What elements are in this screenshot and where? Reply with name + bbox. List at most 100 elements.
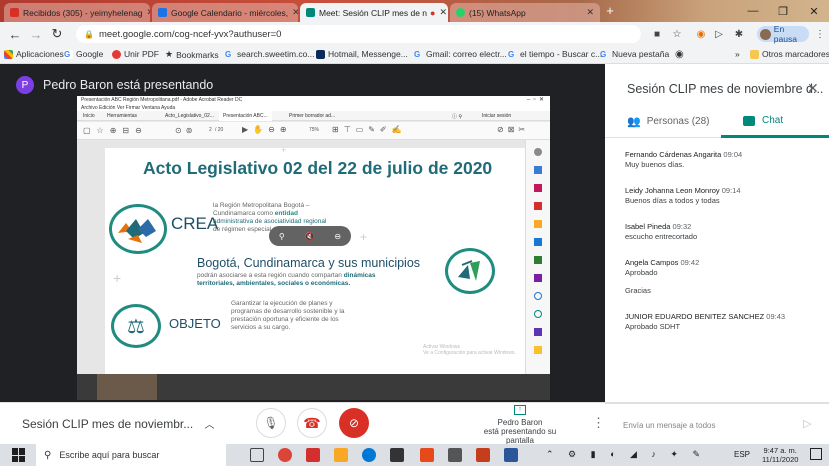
protect-icon[interactable] (534, 292, 542, 300)
export-pdf-icon[interactable] (534, 166, 542, 174)
participant-thumbnail[interactable] (97, 374, 157, 400)
remove-icon[interactable]: ⊖ (334, 232, 341, 241)
pdf-tab-borrador[interactable]: Primer borrador ad... (289, 113, 335, 119)
microphone-button[interactable]: 🎙 (256, 408, 286, 438)
powerpoint-icon[interactable] (476, 448, 490, 462)
mute-icon[interactable]: 🔇 (305, 232, 315, 241)
bookmark-eltiempo[interactable]: Gel tiempo - Buscar c... (508, 49, 602, 59)
windows-start-icon[interactable] (12, 448, 26, 462)
hang-up-icon: ☎ (303, 414, 321, 431)
star-icon[interactable]: ☆ (670, 27, 684, 41)
language-indicator[interactable]: ESP (734, 450, 750, 459)
url-bar[interactable]: 🔒 meet.google.com/cog-ncef-yvx?authuser=… (76, 25, 641, 43)
chat-message: Angela Campos 09:42 Aprobado Gracias (625, 258, 700, 295)
acrobat-taskbar-icon[interactable] (306, 448, 320, 462)
fill-sign-icon[interactable] (534, 274, 542, 282)
organize-icon[interactable] (534, 256, 542, 264)
signin-link[interactable]: Iniciar sesión (482, 113, 511, 119)
tab-people[interactable]: 👥 Personas (28) (627, 115, 710, 128)
presentation-status[interactable]: ↑ Pedro Baron está presentando su pantal… (470, 403, 570, 445)
tab-meet[interactable]: Meet: Sesión CLIP mes de n ● ✕ (300, 3, 448, 22)
task-view-icon[interactable] (250, 448, 264, 462)
zoom-level[interactable]: 75% (309, 127, 319, 133)
mail-icon[interactable] (448, 448, 462, 462)
camera-off-button[interactable]: ⊘ (339, 408, 369, 438)
page-nav-icons[interactable]: ⊙⊚ (175, 126, 196, 135)
extension-icon[interactable]: ◉ (694, 27, 708, 41)
bookmark-google[interactable]: G Google (64, 49, 103, 59)
search-icon: ⚲ (44, 449, 52, 461)
pdf-tab-acto[interactable]: Acto_Legislativo_02... (165, 113, 214, 119)
close-icon[interactable]: ✕ (582, 7, 594, 18)
help-icon[interactable]: ⓘ ⚲ (452, 113, 462, 120)
bookmark-sweetim[interactable]: Gsearch.sweetim.co... (225, 49, 314, 59)
pdf-tools-icons[interactable]: ▢☆⊕⊟⊖ (83, 126, 148, 135)
bookmark-other[interactable]: Otros marcadores (750, 49, 829, 59)
end-call-button[interactable]: ☎ (297, 408, 327, 438)
folder-icon (750, 49, 759, 59)
back-icon[interactable]: ← (6, 25, 24, 43)
close-icon[interactable]: ✕ (435, 7, 447, 18)
camera-icon[interactable]: ■ (650, 27, 664, 41)
share-icons[interactable]: ⊘⊠✂ (497, 125, 529, 134)
bookmark-unir-pdf[interactable]: Unir PDF (112, 49, 159, 59)
chrome-taskbar-icon[interactable] (278, 448, 292, 462)
share-icon[interactable] (534, 346, 542, 354)
meeting-details-button[interactable]: Sesión CLIP mes de noviembr... ︿ (22, 416, 215, 431)
minimize-icon[interactable]: — (738, 0, 768, 22)
close-panel-icon[interactable]: ✕ (807, 80, 819, 97)
send-icon[interactable]: ▷ (803, 417, 811, 430)
tab-calendar[interactable]: Google Calendario - miércoles, ✕ (152, 3, 298, 22)
page-number[interactable]: 2 (209, 127, 212, 133)
chat-input[interactable]: Envía un mensaje a todos (623, 421, 716, 430)
tab-gmail[interactable]: Recibidos (305) - yeimyhelenag✕ (4, 3, 150, 22)
select-tools-icons[interactable]: ▶✋⊖⊕ (242, 125, 292, 134)
pdf-tab-tools[interactable]: Herramientas (107, 113, 137, 119)
new-tab-icon[interactable]: + (603, 4, 617, 18)
bookmark-more-icon[interactable]: » (735, 49, 740, 59)
combine-icon[interactable] (534, 238, 542, 246)
store-icon[interactable] (390, 448, 404, 462)
bookmark-hotmail[interactable]: Hotmail, Messenge... (316, 49, 408, 59)
system-tray-icons[interactable]: ⌃ ⚙ ▮ ◐ ◢ ♪ ✦ ✎ (546, 449, 706, 460)
file-explorer-icon[interactable] (334, 448, 348, 462)
close-icon[interactable]: ✕ (143, 7, 150, 18)
bookmark-bookmarks[interactable]: ★ Bookmarks (165, 49, 219, 60)
pdf-tab-presentacion[interactable]: Presentación ABC... (219, 111, 272, 121)
bookmark-new-tab[interactable]: G Nueva pestaña (600, 49, 669, 59)
extensions-puzzle-icon[interactable]: ✱ (732, 27, 746, 41)
menu-icon[interactable]: ⋮ (813, 27, 827, 41)
reload-icon[interactable]: ↻ (48, 25, 66, 43)
more-options-icon[interactable]: ⋮ (592, 415, 605, 431)
search-icon[interactable] (534, 148, 542, 156)
tab-whatsapp[interactable]: (15) WhatsApp ✕ (450, 3, 600, 22)
optimize-icon[interactable] (534, 310, 542, 318)
window-close-icon[interactable]: ✕ (799, 0, 829, 22)
forward-icon[interactable]: → (27, 25, 45, 43)
crea-logo (109, 204, 167, 254)
chrome-icon[interactable]: ◉ (675, 49, 684, 60)
close-icon[interactable]: ✕ (288, 7, 298, 18)
office-icon[interactable] (420, 448, 434, 462)
clock[interactable]: 9:47 a. m. 11/11/2020 (762, 446, 798, 464)
annotate-icons[interactable]: ⊞⊤▭✎✐✍ (332, 125, 407, 134)
pdf-tab-home[interactable]: Inicio (83, 113, 95, 119)
edge-icon[interactable] (362, 448, 376, 462)
bookmarks-bar: Aplicaciones G Google Unir PDF ★ Bookmarks… (0, 46, 829, 64)
bookmark-apps[interactable]: Aplicaciones (4, 49, 64, 59)
bookmark-gmail[interactable]: G Gmail: correo electr... (414, 49, 507, 59)
comment-icon[interactable] (534, 220, 542, 228)
edit-pdf-icon[interactable] (534, 202, 542, 210)
send-icon[interactable]: ▷ (712, 27, 726, 41)
create-pdf-icon[interactable] (534, 184, 542, 192)
maximize-icon[interactable]: ❐ (768, 0, 798, 22)
taskbar-search[interactable]: ⚲ Escribe aquí para buscar (36, 444, 226, 466)
shared-screen[interactable]: Presentación ABC Región Metropolitana.pd… (77, 96, 550, 374)
pin-icon[interactable]: ⚲ (279, 232, 285, 241)
notifications-icon[interactable] (810, 448, 822, 460)
word-icon[interactable] (504, 448, 518, 462)
profile-button[interactable]: En pausa (757, 24, 809, 44)
tab-chat[interactable]: Chat (743, 115, 783, 126)
playback-controls[interactable]: ⚲ 🔇 ⊖ (269, 226, 351, 246)
more-tools-icon[interactable] (534, 328, 542, 336)
